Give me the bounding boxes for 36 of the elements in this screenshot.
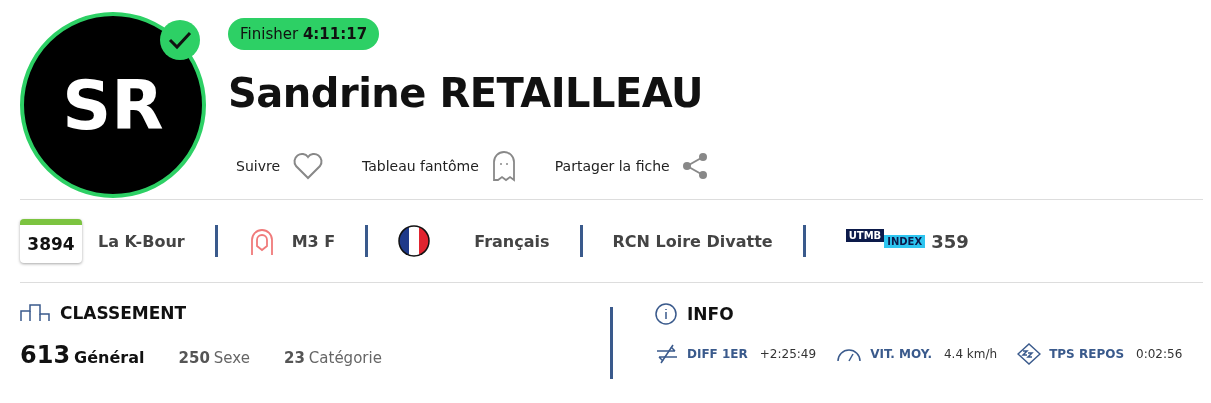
info-label: TPS REPOS bbox=[1049, 347, 1125, 361]
sleep-icon bbox=[1017, 343, 1042, 365]
rank-label: Général bbox=[74, 348, 145, 367]
share-icon bbox=[681, 152, 708, 180]
flag-icon bbox=[398, 225, 431, 257]
info-value: 4.4 km/h bbox=[943, 347, 998, 361]
info-label: VIT. MOY. bbox=[870, 347, 932, 361]
info-value: 0:02:56 bbox=[1136, 347, 1183, 361]
nationality: Français bbox=[474, 231, 550, 251]
race-name: La K-Bour bbox=[98, 231, 185, 251]
logo-label: INDEX bbox=[884, 235, 926, 248]
info-label: DIFF 1ER bbox=[687, 347, 748, 361]
podium-icon bbox=[20, 304, 50, 322]
info-icon bbox=[655, 303, 677, 325]
rank-value: 250 bbox=[178, 349, 210, 367]
club-name: RCN Loire Divatte bbox=[612, 231, 773, 251]
logo-brand: UTMB bbox=[845, 229, 885, 242]
share-button[interactable]: Partager la fiche bbox=[554, 152, 708, 180]
category: M3 F bbox=[291, 231, 336, 251]
finisher-badge: Finisher 4:11:17 bbox=[228, 18, 380, 50]
speedometer-icon bbox=[836, 346, 863, 362]
avatar: SR bbox=[20, 12, 206, 198]
rank-value: 23 bbox=[283, 349, 305, 367]
section-title: INFO bbox=[687, 304, 734, 324]
bib-number: 3894 bbox=[20, 219, 82, 263]
rank-label: Sexe bbox=[213, 349, 250, 367]
ghost-button[interactable]: Tableau fantôme bbox=[362, 150, 517, 182]
follow-button[interactable]: Suivre bbox=[236, 152, 324, 180]
index-value: 359 bbox=[931, 230, 969, 252]
heart-icon bbox=[292, 152, 324, 180]
section-title: CLASSEMENT bbox=[60, 303, 187, 323]
rank-value: 613 bbox=[20, 341, 71, 369]
runner-name: Sandrine RETAILLEAU bbox=[228, 70, 705, 116]
info-value: +2:25:49 bbox=[759, 347, 817, 361]
ghost-icon bbox=[490, 150, 517, 182]
rank-label: Catégorie bbox=[308, 349, 382, 367]
